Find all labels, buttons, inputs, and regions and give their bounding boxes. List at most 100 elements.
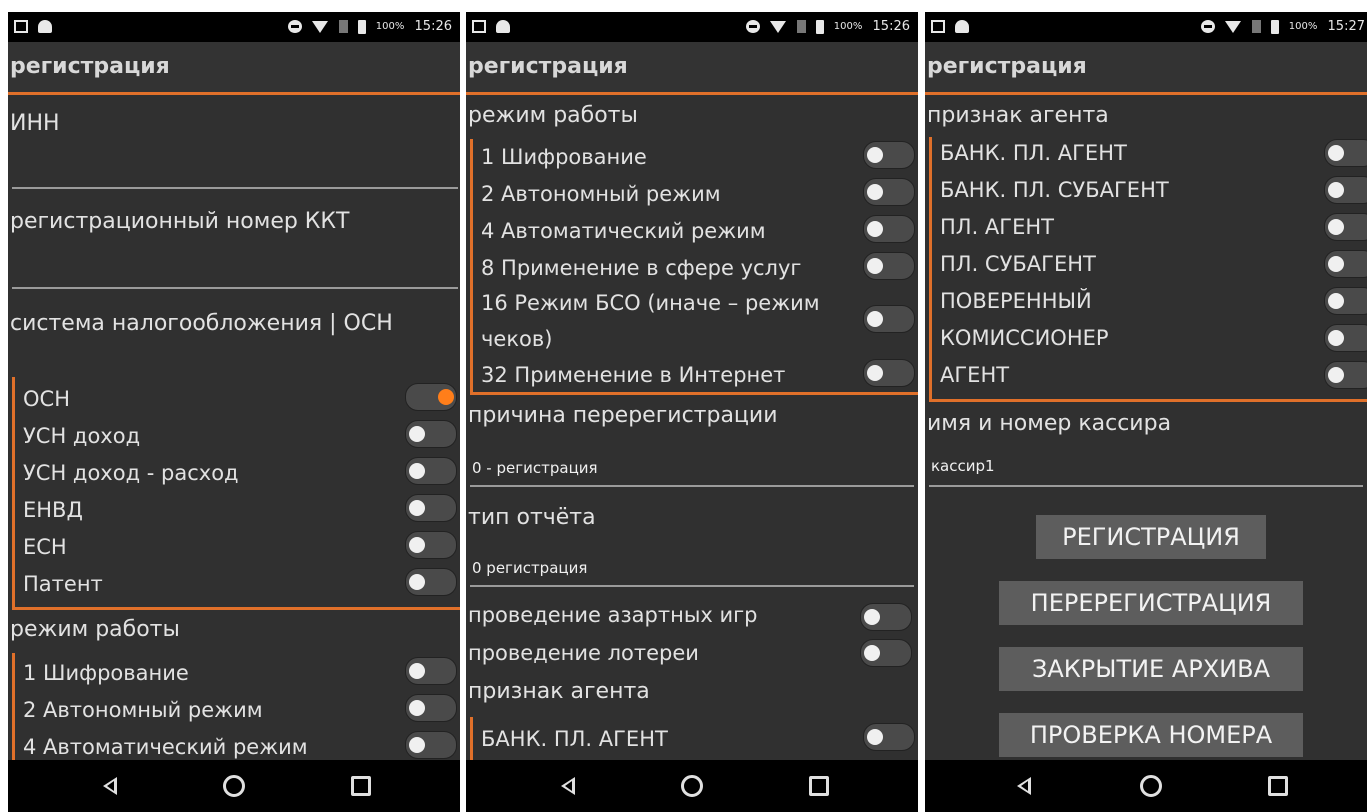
agent-option-switch[interactable] [1324,213,1367,241]
mode-option-switch[interactable] [863,215,915,243]
rereg-reason-value[interactable]: 0 - регистрация [472,459,598,477]
switch-knob [409,700,425,716]
report-type-value[interactable]: 0 регистрация [472,559,587,577]
navigation-bar [466,760,918,812]
switch-knob [1328,145,1344,161]
recent-apps-icon[interactable] [1268,776,1288,796]
recent-apps-icon[interactable] [351,776,371,796]
phone-screen-2: 100% 15:26 регистрация режим работы 1 Ши… [466,12,918,812]
back-icon[interactable] [561,777,575,795]
lottery-switch[interactable] [860,639,912,667]
tax-system-label: система налогообложения | ОСН [10,311,393,336]
mode-option-switch[interactable] [405,731,457,759]
battery-icon [357,19,366,34]
mode-option-switch[interactable] [863,359,915,387]
android-icon [496,20,511,33]
battery-percent: 100% [1288,21,1318,32]
report-type-label: тип отчёта [468,505,596,530]
cashier-value[interactable]: кассир1 [931,457,995,475]
back-icon[interactable] [103,777,117,795]
mode-option-switch[interactable] [405,657,457,685]
regnum-input[interactable] [12,287,458,289]
tax-option-label: УСН доход - расход [23,461,239,485]
navigation-bar [925,760,1367,812]
status-bar: 100% 15:26 [466,12,918,42]
agent-option-switch[interactable] [1324,139,1367,167]
switch-knob [1328,182,1344,198]
mode-option-label: 32 Применение в Интернет [481,363,786,387]
tax-option-switch[interactable] [405,568,457,596]
switch-knob [867,365,883,381]
wifi-icon [1225,20,1242,33]
tax-option-label: Патент [23,572,103,596]
switch-knob [867,729,883,745]
home-icon[interactable] [681,775,703,797]
settings-scroll-area[interactable]: режим работы 1 Шифрование 2 Автономный р… [466,95,918,760]
switch-knob [438,389,454,405]
cashier-input[interactable] [929,485,1363,487]
inn-input[interactable] [12,187,458,189]
tax-option-switch[interactable] [405,420,457,448]
tax-option-switch[interactable] [405,494,457,522]
agent-label: признак агента [468,679,650,704]
mode-option-label: 2 Автономный режим [23,698,263,722]
agent-option-switch[interactable] [1324,361,1367,389]
settings-scroll-area[interactable]: ИНН регистрационный номер ККТ система на… [8,95,460,760]
mode-option-switch[interactable] [863,305,915,333]
phone-screen-1: 100% 15:26 регистрация ИНН регистрационн… [8,12,460,812]
switch-knob [867,147,883,163]
battery-icon [815,19,824,34]
tax-option-switch[interactable] [405,383,457,411]
tax-option-switch[interactable] [405,457,457,485]
report-type-input[interactable] [470,585,914,587]
mode-option-switch[interactable] [863,252,915,280]
switch-knob [1328,219,1344,235]
home-icon[interactable] [1140,775,1162,797]
clock: 15:26 [872,19,910,34]
switch-knob [409,463,425,479]
tax-option-switch[interactable] [405,531,457,559]
mode-option-label: 1 Шифрование [481,145,647,169]
gambling-switch[interactable] [860,603,912,631]
switch-knob [867,184,883,200]
mode-option-label: 4 Автоматический режим [23,735,308,759]
agent-option-switch[interactable] [863,723,915,751]
tax-system-group: ОСН УСН доход УСН доход - расход ЕНВД ЕС… [12,377,460,610]
close-archive-button[interactable]: ЗАКРЫТИЕ АРХИВА [999,647,1303,691]
agent-group: БАНК. ПЛ. АГЕНТ [470,717,918,760]
agent-option-label: ПОВЕРЕННЫЙ [940,289,1092,313]
register-button[interactable]: РЕГИСТРАЦИЯ [1036,515,1266,559]
mode-option-switch[interactable] [863,178,915,206]
app-bar: регистрация [8,42,460,95]
agent-option-switch[interactable] [1324,324,1367,352]
home-icon[interactable] [223,775,245,797]
switch-knob [409,537,425,553]
wifi-icon [770,20,787,33]
mode-option-label: 16 Режим БСО (иначе – режим чеков) [481,291,820,351]
mode-option-label: 1 Шифрование [23,661,189,685]
back-icon[interactable] [1017,777,1031,795]
mode-option-label: 8 Применение в сфере услуг [481,256,802,280]
switch-knob [409,426,425,442]
mode-option-switch[interactable] [405,694,457,722]
reregister-button[interactable]: ПЕРЕРЕГИСТРАЦИЯ [999,581,1303,625]
android-icon [38,20,53,33]
screenshot-icon [14,20,28,33]
phone-screen-3: 100% 15:27 регистрация признак агента БА… [925,12,1367,812]
agent-option-switch[interactable] [1324,250,1367,278]
regnum-label: регистрационный номер ККТ [10,209,350,234]
navigation-bar [8,760,460,812]
mode-option-switch[interactable] [863,141,915,169]
check-number-button[interactable]: ПРОВЕРКА НОМЕРА [999,713,1303,757]
do-not-disturb-icon [746,20,761,33]
mode-label: режим работы [10,617,180,642]
rereg-reason-input[interactable] [470,485,914,487]
recent-apps-icon[interactable] [809,776,829,796]
agent-option-switch[interactable] [1324,287,1367,315]
settings-scroll-area[interactable]: признак агента БАНК. ПЛ. АГЕНТ БАНК. ПЛ.… [925,95,1367,760]
battery-icon [1270,19,1279,34]
screenshot-icon [931,20,945,33]
agent-label: признак агента [927,103,1109,128]
agent-option-switch[interactable] [1324,176,1367,204]
cashier-label: имя и номер кассира [927,411,1172,436]
